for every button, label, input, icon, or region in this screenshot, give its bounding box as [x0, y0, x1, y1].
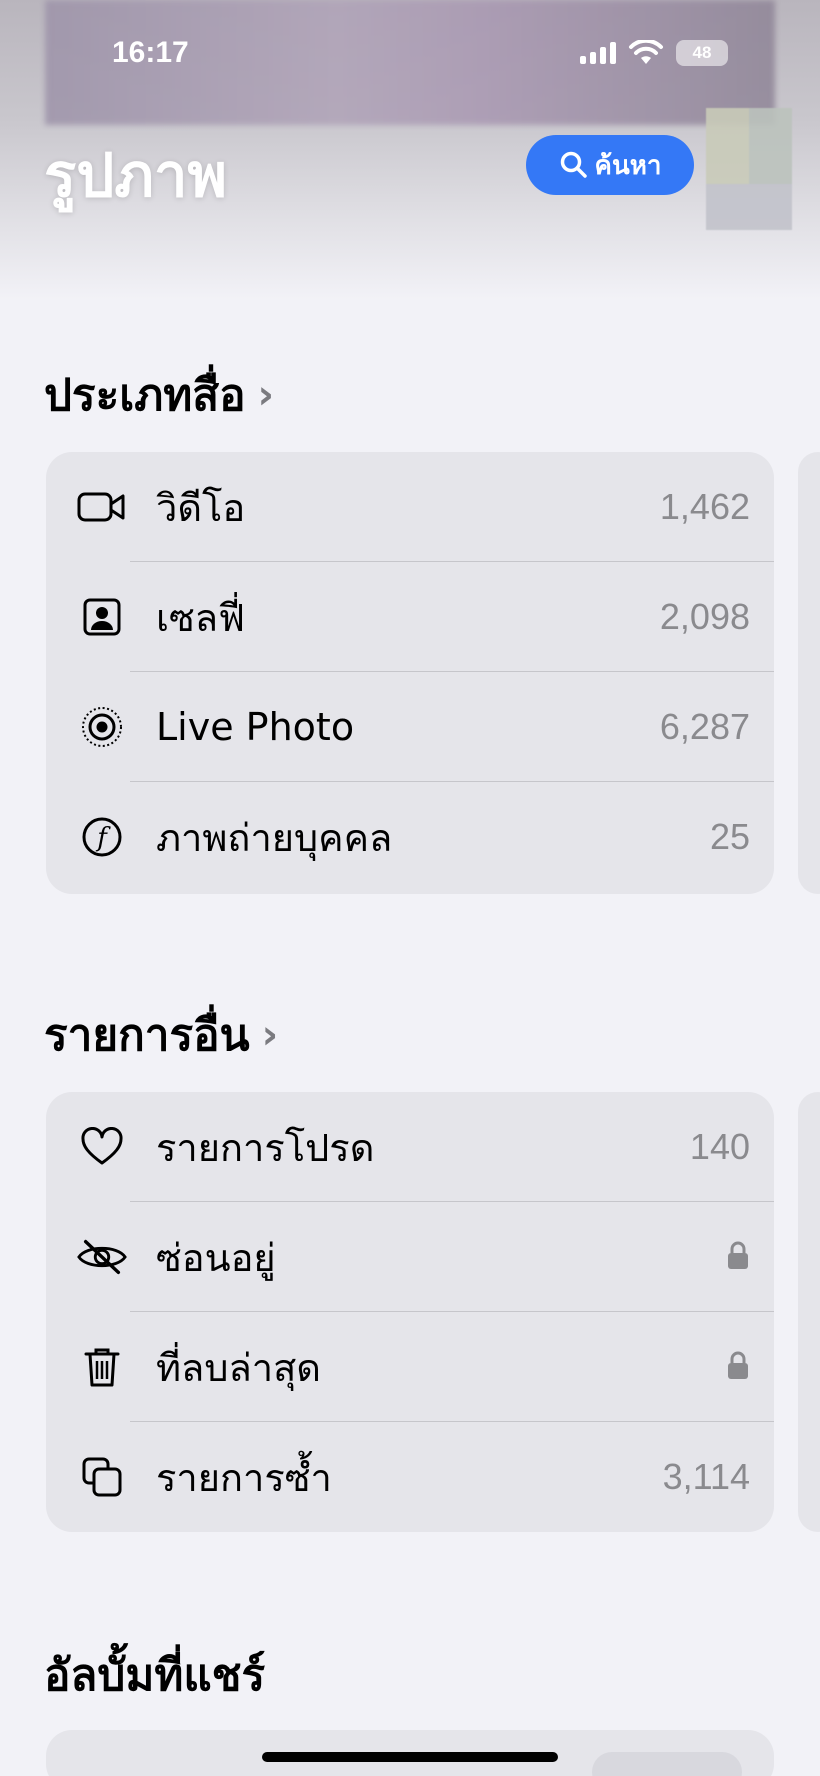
- profile-thumbnail[interactable]: [706, 108, 792, 230]
- chevron-right-icon: ›: [261, 1012, 279, 1058]
- list-item-favorites[interactable]: รายการโปรด 140: [46, 1092, 774, 1202]
- list-item-recently-deleted[interactable]: ที่ลบล่าสุด: [46, 1312, 774, 1422]
- utilities-header[interactable]: รายการอื่น ›: [44, 1000, 278, 1070]
- list-item-count: 140: [689, 1126, 750, 1167]
- list-item-count: 3,114: [662, 1456, 750, 1497]
- list-item-label: Live Photo: [156, 705, 355, 749]
- shared-albums-header[interactable]: อัลบั้มที่แชร์: [44, 1640, 265, 1710]
- list-item-duplicates[interactable]: รายการซ้ำ 3,114: [46, 1422, 774, 1532]
- list-item-label: ที่ลบล่าสุด: [156, 1345, 321, 1390]
- list-item-videos[interactable]: วิดีโอ 1,462: [46, 452, 774, 562]
- list-item-count: 1,462: [659, 486, 750, 527]
- list-item-live-photos[interactable]: Live Photo 6,287: [46, 672, 774, 782]
- selfie-icon: [76, 591, 128, 643]
- eye-slash-icon: [76, 1231, 128, 1283]
- heart-icon: [76, 1121, 128, 1173]
- list-item-label: รายการซ้ำ: [156, 1455, 332, 1500]
- list-item-label: วิดีโอ: [156, 485, 246, 530]
- status-icons: 48: [580, 40, 728, 66]
- search-button-label: ค้นหา: [594, 150, 662, 181]
- search-icon: [560, 151, 587, 178]
- search-button[interactable]: ค้นหา: [526, 135, 694, 195]
- list-item-selfies[interactable]: เซลฟี่ 2,098: [46, 562, 774, 672]
- video-icon: [76, 481, 128, 533]
- list-item-label: ซ่อนอยู่: [156, 1235, 276, 1280]
- list-item-label: ภาพถ่ายบุคคล: [156, 815, 393, 860]
- list-item-hidden[interactable]: ซ่อนอยู่: [46, 1202, 774, 1312]
- svg-text:f: f: [95, 823, 111, 853]
- list-item-count: 25: [709, 816, 750, 857]
- chevron-right-icon: ›: [257, 372, 275, 418]
- wifi-icon: [629, 40, 663, 64]
- utilities-card: รายการโปรด 140 ซ่อนอยู่ ที่ลบล่าสุด รายก…: [46, 1092, 774, 1532]
- shared-albums-title: อัลบั้มที่แชร์: [44, 1650, 266, 1701]
- list-item-count: 2,098: [659, 596, 750, 637]
- home-indicator[interactable]: [262, 1752, 558, 1762]
- media-types-header[interactable]: ประเภทสื่อ ›: [44, 360, 274, 430]
- battery-indicator: 48: [676, 40, 728, 66]
- live-photo-icon: [76, 701, 128, 753]
- list-item-label: รายการโปรด: [156, 1125, 375, 1170]
- next-card-peek: [798, 1092, 820, 1532]
- lock-icon: [726, 1240, 750, 1274]
- list-item-count: 6,287: [659, 706, 750, 747]
- status-time: 16:17: [112, 36, 189, 69]
- lock-icon: [726, 1350, 750, 1384]
- media-types-title: ประเภทสื่อ: [44, 370, 246, 421]
- page-title: รูปภาพ: [44, 141, 228, 211]
- list-item-label: เซลฟี่: [156, 595, 245, 640]
- trash-icon: [76, 1341, 128, 1393]
- portrait-icon: f: [76, 811, 128, 863]
- utilities-title: รายการอื่น: [44, 1010, 250, 1061]
- list-item-portraits[interactable]: f ภาพถ่ายบุคคล 25: [46, 782, 774, 892]
- next-card-peek: [798, 452, 820, 894]
- shared-albums-action-pill[interactable]: [592, 1752, 742, 1776]
- cellular-signal-icon: [580, 42, 616, 64]
- duplicate-icon: [76, 1451, 128, 1503]
- media-types-card: วิดีโอ 1,462 เซลฟี่ 2,098 Live Photo 6,2…: [46, 452, 774, 894]
